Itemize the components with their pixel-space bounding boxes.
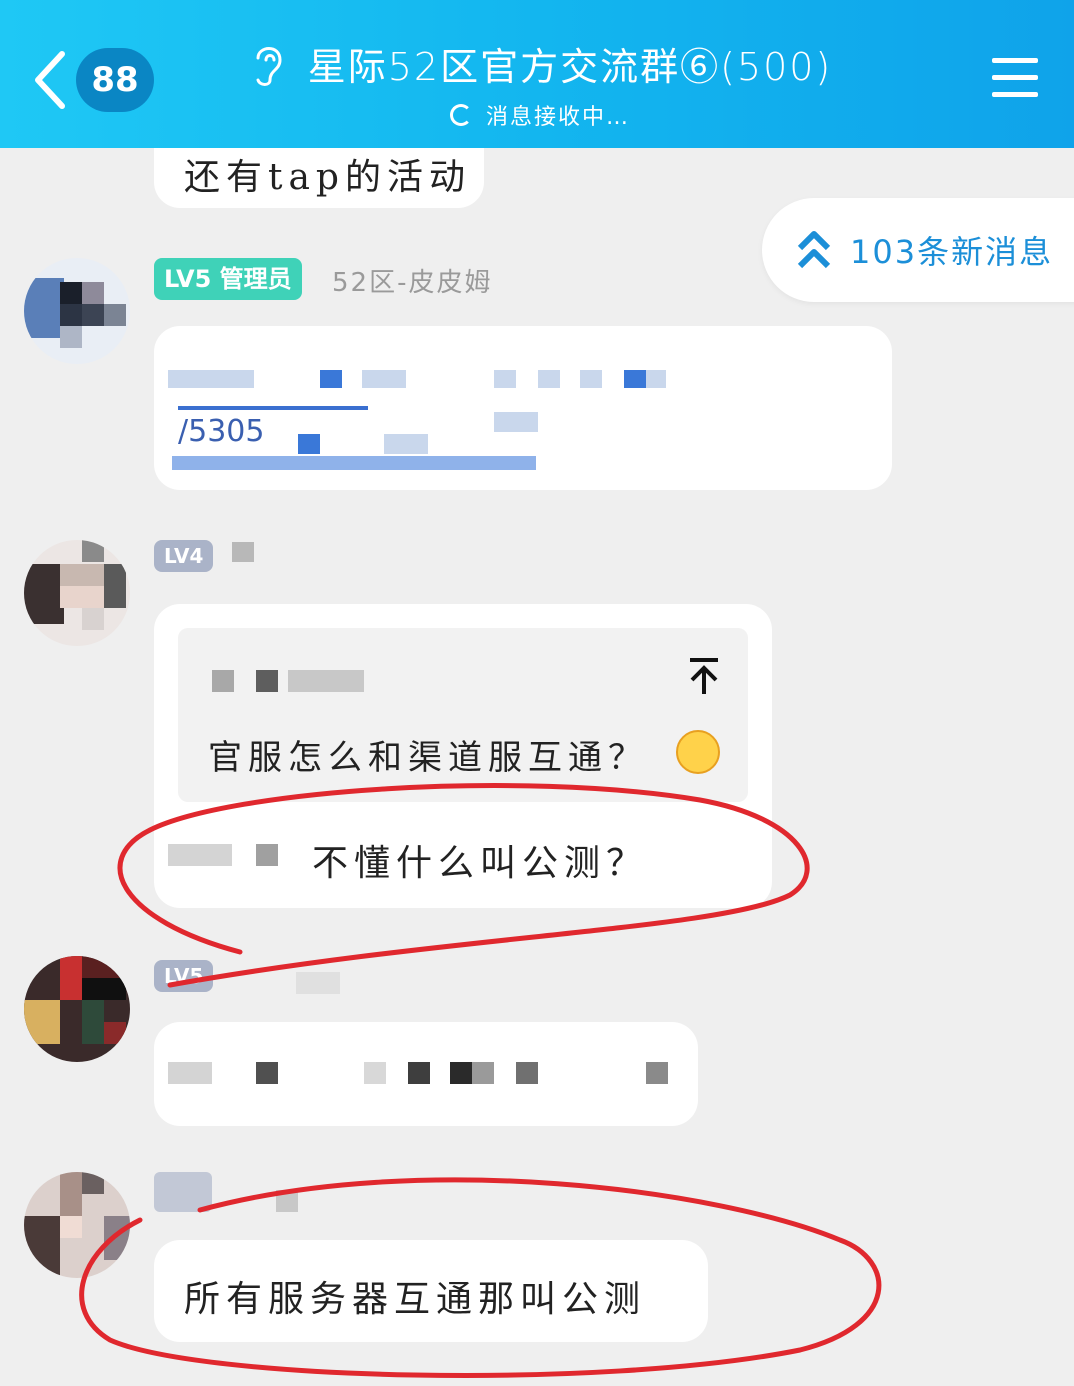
header-overlay: 88 星际52区官方交流群⑥(500) 消息接收中…	[0, 0, 1074, 148]
smirk-emoji-icon	[676, 730, 720, 774]
avatar[interactable]	[24, 258, 130, 364]
title-area[interactable]: 星际52区官方交流群⑥(500) 消息接收中…	[220, 36, 860, 131]
message-text: 还有tap的活动	[184, 157, 471, 198]
jump-to-message-icon[interactable]	[686, 656, 722, 696]
chevron-left-icon	[35, 51, 65, 109]
back-button[interactable]	[30, 50, 80, 110]
quoted-message[interactable]: 官服怎么和渠道服互通？	[178, 628, 748, 802]
link-text[interactable]: /5305	[178, 414, 264, 449]
group-title: 星际52区官方交流群⑥(500)	[307, 45, 833, 89]
message-text: 所有服务器互通那叫公测	[184, 1279, 647, 1320]
avatar[interactable]	[24, 956, 130, 1062]
double-chevron-up-icon	[797, 231, 831, 269]
level-badge: LV4	[154, 540, 214, 572]
menu-button[interactable]	[992, 58, 1038, 102]
quoted-text: 官服怎么和渠道服互通？	[208, 738, 648, 778]
sender-name[interactable]: 52区-皮皮姆	[332, 262, 492, 299]
avatar[interactable]	[24, 540, 130, 646]
level-badge: LV5	[154, 960, 214, 992]
message-bubble[interactable]: 所有服务器互通那叫公测	[154, 1240, 708, 1342]
receiving-status: 消息接收中…	[485, 105, 630, 130]
message-bubble[interactable]	[154, 1022, 698, 1126]
new-messages-label: 103条新消息	[850, 233, 1054, 271]
ear-icon	[256, 46, 282, 86]
menu-icon	[992, 58, 1038, 63]
new-messages-button[interactable]: 103条新消息	[762, 198, 1074, 302]
message-bubble[interactable]: 官服怎么和渠道服互通？ 不懂什么叫公测？	[154, 604, 772, 908]
admin-level-badge: LV5 管理员	[154, 258, 302, 300]
unread-badge[interactable]: 88	[76, 48, 154, 112]
avatar[interactable]	[24, 1172, 130, 1278]
message-bubble[interactable]: /5305	[154, 326, 892, 490]
message-text: 不懂什么叫公测？	[312, 843, 649, 884]
loading-spinner-icon	[449, 104, 472, 126]
